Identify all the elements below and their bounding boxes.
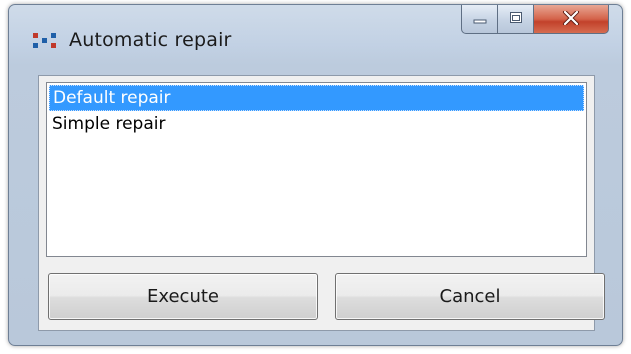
minimize-icon xyxy=(472,10,488,29)
list-item-label: Default repair xyxy=(53,88,171,108)
cancel-button[interactable]: Cancel xyxy=(335,273,605,320)
title-bar[interactable]: Automatic repair xyxy=(9,5,622,75)
dialog-window: Automatic repair Default repair Simple r… xyxy=(8,4,623,346)
list-item-simple-repair[interactable]: Simple repair xyxy=(49,111,584,137)
window-title: Automatic repair xyxy=(69,29,232,51)
cancel-button-label: Cancel xyxy=(439,286,501,307)
window-controls xyxy=(461,5,609,35)
execute-button-label: Execute xyxy=(147,286,219,307)
maximize-icon xyxy=(508,10,524,29)
maximize-button[interactable] xyxy=(498,5,534,34)
dialog-content: Default repair Simple repair Execute Can… xyxy=(38,75,605,331)
repair-options-list[interactable]: Default repair Simple repair xyxy=(46,82,587,257)
dots-icon xyxy=(32,31,62,51)
close-icon xyxy=(562,9,580,29)
minimize-button[interactable] xyxy=(461,5,498,34)
list-item-label: Simple repair xyxy=(52,114,166,134)
list-item-default-repair[interactable]: Default repair xyxy=(49,85,584,111)
execute-button[interactable]: Execute xyxy=(48,273,318,320)
close-button[interactable] xyxy=(534,5,609,34)
